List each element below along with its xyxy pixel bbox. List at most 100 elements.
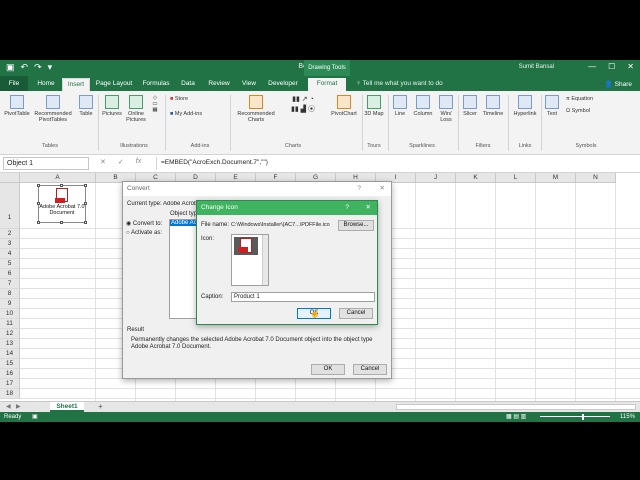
resize-handle[interactable] [60, 184, 63, 187]
my-addins-button[interactable]: ■ My Add-ins [170, 111, 218, 117]
formula-input[interactable]: =EMBED("AcroExch.Document.7","") [156, 157, 636, 170]
sparkline-line-button[interactable]: Line [391, 95, 409, 117]
resize-handle[interactable] [37, 184, 40, 187]
close-icon[interactable]: ✕ [380, 182, 385, 196]
object-type-selected-item[interactable]: Adobe Acrobat [170, 220, 198, 226]
horizontal-scrollbar[interactable] [396, 404, 636, 410]
pivottable-button[interactable]: PivotTable [4, 95, 30, 117]
row-header-7[interactable]: 7 [0, 279, 20, 289]
row-header-16[interactable]: 16 [0, 369, 20, 379]
convert-ok-button[interactable]: OK [311, 364, 345, 375]
cancel-formula-icon[interactable]: ✕ [100, 158, 106, 166]
caption-input[interactable]: Product 1 [231, 292, 375, 302]
tell-me-search[interactable]: ♀ Tell me what you want to do [356, 80, 443, 87]
row-header-1[interactable]: 1 [0, 183, 20, 229]
resize-handle[interactable] [37, 221, 40, 224]
user-name[interactable]: Sumit Bansal [519, 64, 554, 70]
row-header-17[interactable]: 17 [0, 379, 20, 389]
online-pictures-button[interactable]: Online Pictures [125, 95, 147, 123]
maximize-icon[interactable]: ☐ [608, 62, 615, 71]
share-button[interactable]: 👤 Share [605, 80, 632, 88]
store-button[interactable]: ■ Store [170, 96, 208, 102]
tab-file[interactable]: File [0, 76, 28, 91]
3d-map-button[interactable]: 3D Map [364, 95, 384, 117]
row-header-11[interactable]: 11 [0, 319, 20, 329]
tab-page-layout[interactable]: Page Layout [94, 78, 134, 91]
icon-list-scrollbar[interactable] [262, 235, 268, 285]
zoom-slider-thumb[interactable] [582, 414, 584, 420]
embedded-pdf-object[interactable]: Adobe Acrobat 7.0 Document [38, 185, 86, 223]
activate-as-radio[interactable]: ○ Activate as: [126, 230, 162, 236]
tab-review[interactable]: Review [204, 78, 234, 91]
table-button[interactable]: Table [76, 95, 96, 117]
close-icon[interactable]: ✕ [366, 201, 371, 215]
sheet-tab-sheet1[interactable]: Sheet1 [50, 402, 84, 412]
browse-button[interactable]: Browse... [338, 220, 374, 231]
row-header-14[interactable]: 14 [0, 349, 20, 359]
hyperlink-button[interactable]: Hyperlink [510, 95, 540, 117]
tab-view[interactable]: View [238, 78, 260, 91]
row-header-2[interactable]: 2 [0, 229, 20, 239]
icon-list-selected-item[interactable] [234, 237, 258, 255]
recommended-charts-button[interactable]: Recommended Charts [234, 95, 278, 123]
sheet-scroll-left-icon[interactable]: ◀ [6, 403, 11, 410]
tab-developer[interactable]: Developer [264, 78, 302, 91]
row-header-6[interactable]: 6 [0, 269, 20, 279]
row-header-8[interactable]: 8 [0, 289, 20, 299]
add-sheet-icon[interactable]: + [98, 402, 103, 411]
resize-handle[interactable] [84, 221, 87, 224]
resize-handle[interactable] [84, 202, 87, 205]
equation-button[interactable]: π Equation [566, 96, 616, 102]
zoom-slider[interactable] [540, 416, 610, 417]
close-icon[interactable]: ✕ [627, 62, 634, 71]
tab-home[interactable]: Home [34, 78, 58, 91]
object-type-list[interactable]: Adobe Acrobat [169, 219, 199, 319]
resize-handle[interactable] [84, 184, 87, 187]
tab-format[interactable]: Format [308, 78, 346, 91]
tab-insert[interactable]: Insert [62, 78, 90, 91]
resize-handle[interactable] [60, 221, 63, 224]
row-header-5[interactable]: 5 [0, 259, 20, 269]
resize-handle[interactable] [37, 202, 40, 205]
help-icon[interactable]: ? [345, 201, 349, 215]
row-header-9[interactable]: 9 [0, 299, 20, 309]
zoom-level[interactable]: 115% [620, 412, 635, 422]
row-header-3[interactable]: 3 [0, 239, 20, 249]
column-header-a[interactable]: A [20, 173, 96, 183]
enter-formula-icon[interactable]: ✓ [118, 158, 124, 166]
select-all-corner[interactable] [0, 173, 20, 183]
tab-formulas[interactable]: Formulas [140, 78, 172, 91]
symbol-button[interactable]: Ω Symbol [566, 108, 616, 114]
name-box[interactable]: Object 1 [3, 157, 89, 170]
insert-function-icon[interactable]: fx [136, 158, 141, 166]
help-icon[interactable]: ? [357, 182, 361, 196]
pictures-button[interactable]: Pictures [100, 95, 124, 117]
sparkline-winloss-button[interactable]: Win/ Loss [437, 95, 455, 123]
pivotchart-button[interactable]: PivotChart [328, 95, 360, 117]
column-header-l[interactable]: L [496, 173, 536, 183]
chart-type-buttons[interactable]: ▮▮ ↗ ◔ ▮▮ ▟ ⦿ [282, 95, 324, 115]
minimize-icon[interactable]: — [588, 62, 596, 71]
row-header-12[interactable]: 12 [0, 329, 20, 339]
timeline-button[interactable]: Timeline [480, 95, 506, 117]
row-header-15[interactable]: 15 [0, 359, 20, 369]
recommended-pivottables-button[interactable]: Recommended PivotTables [32, 95, 74, 123]
row-header-18[interactable]: 18 [0, 389, 20, 399]
column-header-m[interactable]: M [536, 173, 576, 183]
slicer-button[interactable]: Slicer [461, 95, 479, 117]
column-header-n[interactable]: N [576, 173, 616, 183]
sheet-scroll-right-icon[interactable]: ▶ [16, 403, 21, 410]
text-button[interactable]: Text [543, 95, 561, 117]
row-header-4[interactable]: 4 [0, 249, 20, 259]
row-header-10[interactable]: 10 [0, 309, 20, 319]
convert-cancel-button[interactable]: Cancel [353, 364, 387, 375]
view-buttons[interactable]: ▦ ▤ ▥ [506, 412, 526, 422]
change-icon-cancel-button[interactable]: Cancel [339, 308, 373, 319]
convert-to-radio[interactable]: ◉ Convert to: [126, 220, 162, 227]
column-header-k[interactable]: K [456, 173, 496, 183]
macro-record-icon[interactable]: ▣ [32, 412, 38, 422]
shapes-button[interactable]: ◇ ▭ ▦ [148, 95, 162, 113]
sparkline-column-button[interactable]: Column [411, 95, 435, 117]
tab-data[interactable]: Data [178, 78, 198, 91]
row-header-13[interactable]: 13 [0, 339, 20, 349]
